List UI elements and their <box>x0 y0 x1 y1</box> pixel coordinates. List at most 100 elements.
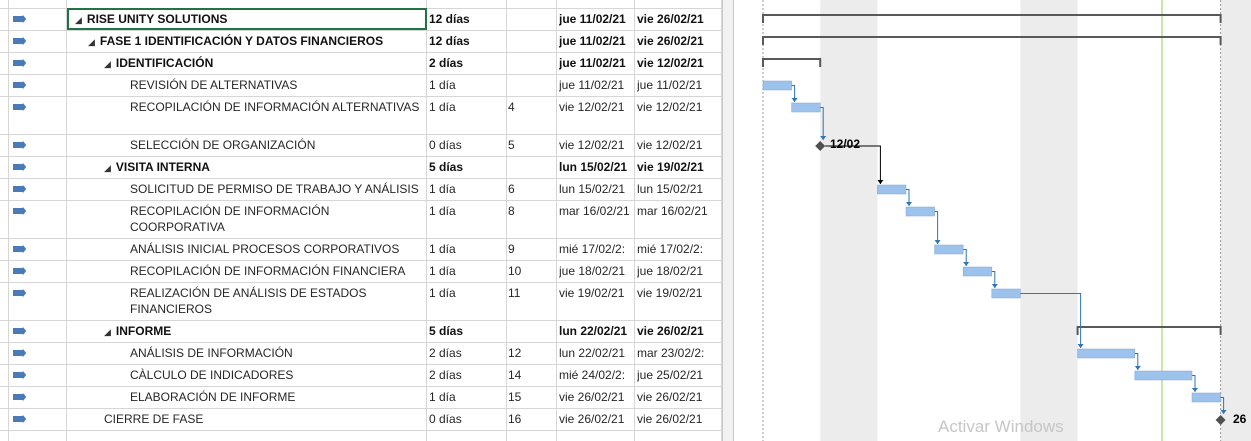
task-row[interactable]: SELECCIÓN DE ORGANIZACIÓN 0 días 5 vie 12/0… <box>0 134 722 156</box>
task-dur-cell[interactable]: 1 día <box>429 99 503 115</box>
task-dur-cell[interactable]: 0 días <box>429 137 503 153</box>
task-row[interactable]: ◢ FASE 1 IDENTIFICACIÓN Y DATOS FINANCIER… <box>0 30 722 52</box>
task-row[interactable]: REVISIÓN DE ALTERNATIVAS 1 día jue 11/02/2… <box>0 74 722 96</box>
task-start-cell[interactable]: jue 11/02/21 <box>559 33 635 49</box>
task-pred-cell[interactable]: 9 <box>508 241 552 257</box>
task-end-cell[interactable]: vie 26/02/21 <box>637 33 713 49</box>
collapse-triangle-icon[interactable]: ◢ <box>104 163 111 173</box>
task-end-cell[interactable]: vie 26/02/21 <box>637 323 713 339</box>
task-end-cell[interactable]: vie 26/02/21 <box>637 389 713 405</box>
task-row[interactable]: RECOPILACIÓN DE INFORMACIÓN ALTERNATIVAS… <box>0 96 722 134</box>
task-end-cell[interactable]: vie 26/02/21 <box>637 11 713 27</box>
task-dur-cell[interactable]: 1 día <box>429 389 503 405</box>
task-row[interactable]: ANÁLISIS DE INFORMACIÓN 2 días 12 lun 22/02… <box>0 342 722 364</box>
collapse-triangle-icon[interactable]: ◢ <box>88 37 95 47</box>
task-row[interactable]: RECOPILACIÓN DE INFORMACIÓN COORPORATIVA… <box>0 200 722 238</box>
task-row[interactable]: ◢ IDENTIFICACIÓN 2 días jue 11/02/21 vie 12/… <box>0 52 722 74</box>
task-dur-cell[interactable]: 1 día <box>429 241 503 257</box>
task-name-cell[interactable]: CIERRE DE FASE <box>104 411 424 427</box>
task-end-cell[interactable]: mar 16/02/21 <box>637 203 713 219</box>
task-dur-cell[interactable]: 12 días <box>429 33 503 49</box>
task-dur-cell[interactable]: 1 día <box>429 285 503 301</box>
task-pred-cell[interactable]: 5 <box>508 137 552 153</box>
task-pred-cell[interactable]: 12 <box>508 345 552 361</box>
task-name-cell[interactable]: CÀLCULO DE INDICADORES <box>130 367 424 383</box>
task-dur-cell[interactable]: 2 días <box>429 367 503 383</box>
task-name-cell[interactable]: RECOPILACIÓN DE INFORMACIÓN ALTERNATIVAS <box>130 99 424 115</box>
task-row[interactable]: SOLICITUD DE PERMISO DE TRABAJO Y ANÁLIS… <box>0 178 722 200</box>
task-pred-cell[interactable]: 11 <box>508 285 552 301</box>
task-pred-cell[interactable]: 15 <box>508 389 552 405</box>
task-pred-cell[interactable]: 10 <box>508 263 552 279</box>
task-dur-cell[interactable]: 1 día <box>429 181 503 197</box>
task-start-cell[interactable]: lun 15/02/21 <box>559 159 635 175</box>
collapse-triangle-icon[interactable]: ◢ <box>104 327 111 337</box>
task-row[interactable]: CÀLCULO DE INDICADORES 2 días 14 mié 24/02/… <box>0 364 722 386</box>
task-end-cell[interactable]: jue 18/02/21 <box>637 263 713 279</box>
task-pred-cell[interactable]: 8 <box>508 203 552 219</box>
task-name-cell[interactable]: ANÁLISIS INICIAL PROCESOS CORPORATIVOS <box>130 241 424 257</box>
task-start-cell[interactable]: jue 11/02/21 <box>559 55 635 71</box>
collapse-triangle-icon[interactable]: ◢ <box>104 59 111 69</box>
task-name-cell[interactable]: ELABORACIÓN DE INFORME <box>130 389 424 405</box>
task-dur-cell[interactable]: 12 días <box>429 11 503 27</box>
task-row[interactable]: ANÁLISIS INICIAL PROCESOS CORPORATIVOS 1 … <box>0 238 722 260</box>
selected-cell[interactable] <box>67 8 427 30</box>
task-end-cell[interactable]: vie 12/02/21 <box>637 137 713 153</box>
task-pred-cell[interactable]: 6 <box>508 181 552 197</box>
task-name-cell[interactable]: RECOPILACIÓN DE INFORMACIÓN FINANCIERA <box>130 263 424 279</box>
task-end-cell[interactable]: vie 19/02/21 <box>637 285 713 301</box>
task-end-cell[interactable]: mié 17/02/2: <box>637 241 713 257</box>
task-end-cell[interactable]: vie 19/02/21 <box>637 159 713 175</box>
task-dur-cell[interactable]: 2 días <box>429 345 503 361</box>
task-start-cell[interactable]: jue 18/02/21 <box>559 263 635 279</box>
task-start-cell[interactable]: mar 16/02/21 <box>559 203 635 219</box>
task-start-cell[interactable]: mié 17/02/2: <box>559 241 635 257</box>
task-name-cell[interactable]: RECOPILACIÓN DE INFORMACIÓN COORPORATIVA <box>130 203 424 235</box>
task-start-cell[interactable]: lun 22/02/21 <box>559 323 635 339</box>
task-name-cell[interactable]: SELECCIÓN DE ORGANIZACIÓN <box>130 137 424 153</box>
task-end-cell[interactable]: vie 26/02/21 <box>637 411 713 427</box>
pane-splitter[interactable] <box>722 0 734 441</box>
task-dur-cell[interactable]: 5 días <box>429 323 503 339</box>
task-pred-cell[interactable]: 4 <box>508 99 552 115</box>
task-start-cell[interactable]: vie 12/02/21 <box>559 137 635 153</box>
task-row[interactable]: ELABORACIÓN DE INFORME 1 día 15 vie 26/02/2… <box>0 386 722 408</box>
task-dur-cell[interactable]: 2 días <box>429 55 503 71</box>
task-name-cell[interactable]: REVISIÓN DE ALTERNATIVAS <box>130 77 424 93</box>
task-row[interactable]: ◢ INFORME 5 días lun 22/02/21 vie 26/02/21 <box>0 320 722 342</box>
task-dur-cell[interactable]: 5 días <box>429 159 503 175</box>
task-row[interactable]: ◢ VISITA INTERNA 5 días lun 15/02/21 vie 19/… <box>0 156 722 178</box>
task-start-cell[interactable]: lun 22/02/21 <box>559 345 635 361</box>
task-pred-cell[interactable]: 14 <box>508 367 552 383</box>
task-end-cell[interactable]: vie 12/02/21 <box>637 99 713 115</box>
task-start-cell[interactable]: vie 12/02/21 <box>559 99 635 115</box>
task-name-cell[interactable]: ANÁLISIS DE INFORMACIÓN <box>130 345 424 361</box>
task-end-cell[interactable]: jue 25/02/21 <box>637 367 713 383</box>
task-row[interactable]: CIERRE DE FASE 0 días 16 vie 26/02/21 vie 26… <box>0 408 722 430</box>
task-name-cell[interactable]: REALIZACIÓN DE ANÁLISIS DE ESTADOS FINAN… <box>130 285 424 317</box>
task-start-cell[interactable]: vie 19/02/21 <box>559 285 635 301</box>
task-start-cell[interactable]: jue 11/02/21 <box>559 11 635 27</box>
task-dur-cell[interactable]: 0 días <box>429 411 503 427</box>
task-row[interactable]: RECOPILACIÓN DE INFORMACIÓN FINANCIERA 1 … <box>0 260 722 282</box>
task-end-cell[interactable]: jue 11/02/21 <box>637 77 713 93</box>
task-end-cell[interactable]: vie 12/02/21 <box>637 55 713 71</box>
task-dur-cell[interactable]: 1 día <box>429 263 503 279</box>
task-start-cell[interactable]: lun 15/02/21 <box>559 181 635 197</box>
task-end-cell[interactable]: mar 23/02/2: <box>637 345 713 361</box>
task-start-cell[interactable]: mié 24/02/2: <box>559 367 635 383</box>
task-row[interactable]: REALIZACIÓN DE ANÁLISIS DE ESTADOS FINAN… <box>0 282 722 320</box>
task-end-cell[interactable]: lun 15/02/21 <box>637 181 713 197</box>
task-name-cell[interactable]: ◢ VISITA INTERNA <box>104 159 424 176</box>
task-name-cell[interactable]: ◢ IDENTIFICACIÓN <box>104 55 424 72</box>
task-start-cell[interactable]: vie 26/02/21 <box>559 411 635 427</box>
task-name-cell[interactable]: ◢ INFORME <box>104 323 424 340</box>
task-name-cell[interactable]: ◢ FASE 1 IDENTIFICACIÓN Y DATOS FINANCIER… <box>88 33 424 50</box>
task-start-cell[interactable]: jue 11/02/21 <box>559 77 635 93</box>
task-name-cell[interactable]: SOLICITUD DE PERMISO DE TRABAJO Y ANÁLIS… <box>130 181 424 197</box>
task-dur-cell[interactable]: 1 día <box>429 77 503 93</box>
task-start-cell[interactable]: vie 26/02/21 <box>559 389 635 405</box>
task-pred-cell[interactable]: 16 <box>508 411 552 427</box>
task-dur-cell[interactable]: 1 día <box>429 203 503 219</box>
